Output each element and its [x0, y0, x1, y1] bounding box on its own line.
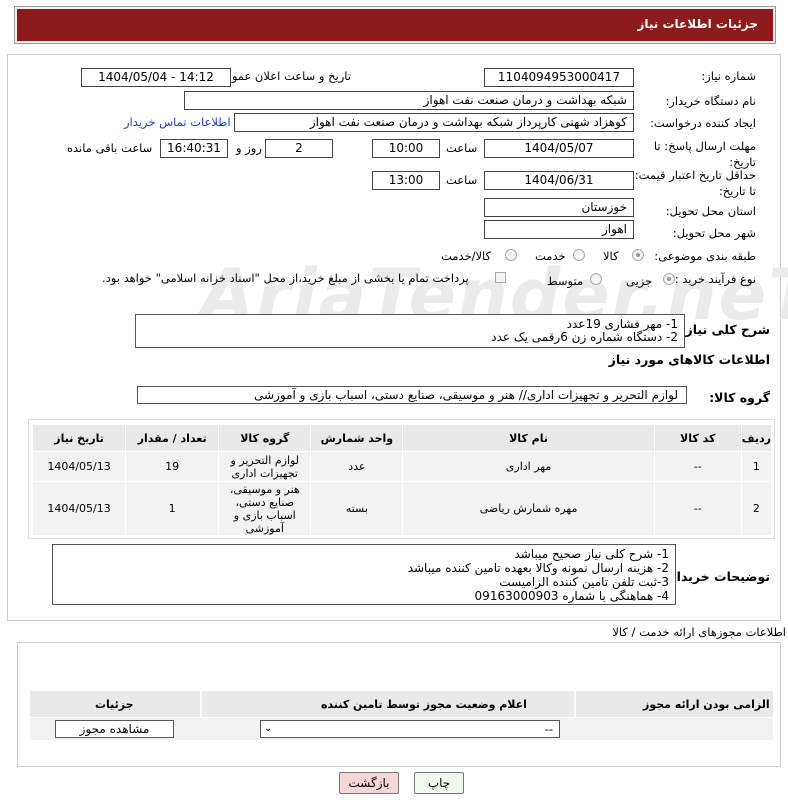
process-label-partial: جزیی [626, 274, 653, 288]
label-reply-deadline: مهلت ارسال پاسخ: تا تاریخ: [653, 139, 756, 169]
col-permit-details: جزئیات [95, 698, 134, 711]
need-description-textarea[interactable]: 1- مهر فشاری 19عدد 2- دستگاه شماره زن 6ر… [135, 314, 685, 348]
label-creator: ایجاد کننده درخواست: [650, 116, 756, 130]
reply-remaining-field: 16:40:31 [160, 139, 228, 158]
print-button[interactable]: چاپ [414, 772, 464, 794]
process-label-medium: متوسط [547, 274, 584, 288]
label-validity-time: ساعت [446, 173, 478, 187]
process-radio-medium[interactable] [590, 273, 602, 285]
buyer-contact-link[interactable]: اطلاعات تماس خریدار [124, 115, 231, 129]
label-need-number: شماره نیاز: [701, 69, 756, 83]
label-delivery-province: استان محل تحویل: [665, 204, 756, 218]
back-button[interactable]: بازگشت [339, 772, 399, 794]
validity-time-field: 13:00 [372, 171, 440, 190]
label-price-validity: حداقل تاریخ اعتبار قیمت: تا تاریخ: [634, 168, 756, 198]
table-row: 2 -- مهره شمارش ریاضی بسته هنر و موسیقی،… [31, 481, 773, 536]
cell-quantity: 19 [125, 451, 220, 482]
subject-label-goods-service: کالا/خدمت [441, 249, 492, 263]
announce-datetime-field: 1404/05/04 - 14:12 [81, 68, 231, 87]
label-goods-group: گروه کالا: [709, 390, 770, 405]
col-permit-status: اعلام وضعیت مجوز توسط تامین کننده [321, 698, 527, 711]
permit-status-select[interactable]: ⌄ -- [260, 720, 560, 738]
subject-radio-goods-service[interactable] [505, 249, 517, 261]
label-announce-datetime: تاریخ و ساعت اعلان عمومی: [212, 69, 351, 83]
col-goods-code: کد کالا [653, 424, 742, 452]
subject-label-service: خدمت [535, 249, 566, 263]
cell-quantity: 1 [125, 481, 220, 536]
goods-info-heading: اطلاعات کالاهای مورد نیاز [608, 352, 770, 367]
items-table: ردیف کد کالا نام کالا واحد شمارش گروه کا… [31, 424, 773, 536]
permit-status-value: -- [544, 722, 553, 736]
subject-radio-service[interactable] [573, 249, 585, 261]
label-days-and: روز و [236, 141, 262, 155]
label-purchase-process: نوع فرآیند خرید : [674, 272, 756, 286]
cell-goods-code: -- [653, 481, 742, 536]
need-number-field: 1104094953000417 [484, 68, 634, 87]
subject-radio-goods[interactable] [632, 249, 644, 261]
subject-label-goods: کالا [603, 249, 619, 263]
cell-goods-name: مهر اداری [402, 451, 655, 482]
col-need-date: تاریخ نیاز [31, 424, 127, 452]
creator-field: کوهزاد شهنی کارپرداز شبکه بهداشت و درمان… [234, 113, 634, 132]
buyer-notes-textarea[interactable]: 1- شرح کلی نیاز صحیح میباشد 2- هزینه ارس… [52, 544, 676, 605]
col-quantity: تعداد / مقدار [125, 424, 220, 452]
col-goods-name: نام کالا [402, 424, 655, 452]
cell-row-number: 2 [740, 481, 773, 536]
reply-days-field: 2 [265, 139, 333, 158]
items-table-header-row: ردیف کد کالا نام کالا واحد شمارش گروه کا… [31, 424, 773, 452]
label-buyer-notes: توضیحات خریدار: [664, 569, 770, 584]
permits-heading: اطلاعات مجوزهای ارائه خدمت / کالا [612, 625, 786, 639]
validity-date-field: 1404/06/31 [484, 171, 634, 190]
label-hours-remaining: ساعت باقی مانده [67, 141, 153, 155]
goods-group-field: لوازم التحریر و تجهیزات اداری// هنر و مو… [137, 386, 687, 404]
view-permit-button[interactable]: مشاهده مجوز [55, 720, 174, 738]
chevron-down-icon: ⌄ [264, 723, 273, 734]
table-row: 1 -- مهر اداری عدد لوازم التحریر و تجهیز… [31, 451, 773, 482]
cell-unit: بسته [310, 481, 404, 536]
process-radio-partial[interactable] [663, 273, 675, 285]
col-unit: واحد شمارش [310, 424, 404, 452]
cell-goods-name: مهره شمارش ریاضی [402, 481, 655, 536]
col-permit-required: الزامی بودن ارائه مجوز [643, 698, 770, 711]
label-reply-time: ساعت [446, 141, 478, 155]
cell-goods-code: -- [653, 451, 742, 482]
cell-row-number: 1 [740, 451, 773, 482]
province-field: خوزستان [484, 198, 634, 217]
page-title: جزئیات اطلاعات نیاز [637, 17, 758, 31]
cell-goods-group: هنر و موسیقی، صنایع دستی، اسباب بازی و آ… [218, 481, 312, 536]
reply-time-field: 10:00 [372, 139, 440, 158]
cell-need-date: 1404/05/13 [31, 481, 127, 536]
reply-date-field: 1404/05/07 [484, 139, 634, 158]
buyer-org-field: شبکه بهداشت و درمان صنعت نفت اهواز [184, 91, 634, 110]
payment-note: پرداخت تمام یا بخشی از مبلغ خرید،از محل … [102, 271, 469, 285]
cell-goods-group: لوازم التحریر و تجهیزات اداری [218, 451, 312, 482]
treasury-checkbox[interactable] [495, 272, 506, 283]
cell-need-date: 1404/05/13 [31, 451, 127, 482]
label-buyer-org: نام دستگاه خریدار: [665, 94, 756, 108]
cell-unit: عدد [310, 451, 404, 482]
label-delivery-city: شهر محل تحویل: [672, 226, 756, 240]
col-row-number: ردیف [740, 424, 773, 452]
label-subject-category: طبقه بندی موضوعی: [654, 249, 756, 263]
city-field: اهواز [484, 220, 634, 239]
col-goods-group: گروه کالا [218, 424, 312, 452]
label-need-description: شرح کلی نیاز: [680, 322, 770, 337]
